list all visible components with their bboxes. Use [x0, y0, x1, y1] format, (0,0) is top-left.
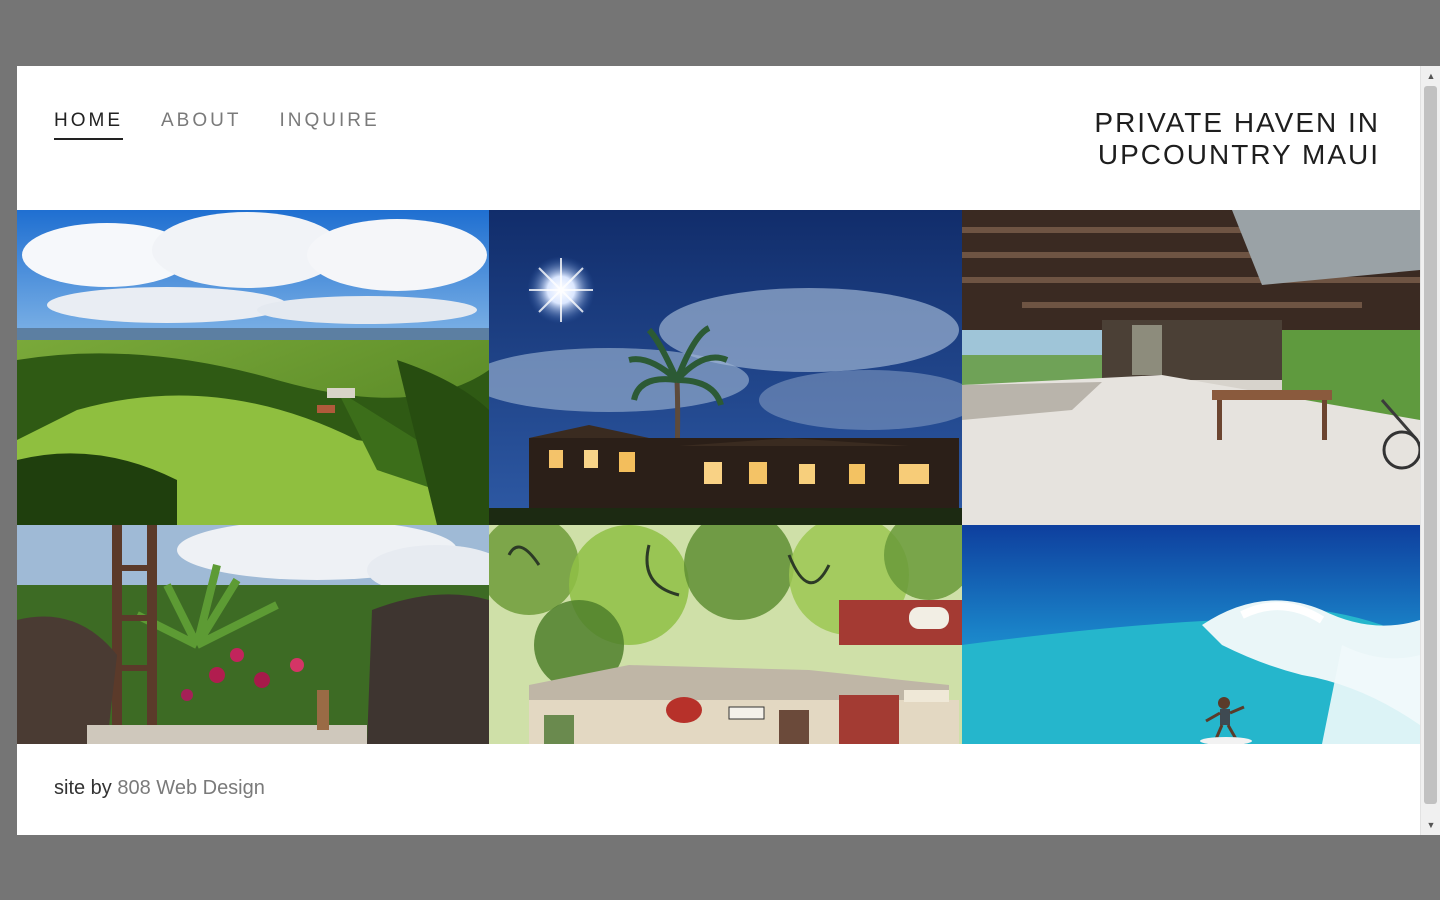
scroll-up-arrow-icon[interactable]: ▲	[1421, 68, 1440, 84]
photo-gallery	[17, 210, 1420, 744]
night-house-image	[489, 210, 962, 525]
tropical-garden-photo[interactable]	[17, 525, 489, 744]
scrollbar-thumb[interactable]	[1424, 86, 1437, 804]
storefront-painting-image	[489, 525, 962, 744]
footer-credit-prefix: site by	[54, 777, 112, 799]
aerial-estate-photo[interactable]	[17, 210, 489, 525]
open-pavilion-interior-photo[interactable]	[962, 210, 1420, 525]
site-footer: site by 808 Web Design	[54, 777, 265, 800]
town-storefront-painting[interactable]	[489, 525, 962, 744]
surfer-wave-photo[interactable]	[962, 525, 1420, 744]
site-title[interactable]: PRIVATE HAVEN IN UPCOUNTRY MAUI	[1094, 107, 1380, 171]
aerial-estate-image	[17, 210, 489, 525]
page: HOME ABOUT INQUIRE PRIVATE HAVEN IN UPCO…	[17, 66, 1420, 835]
surfer-image	[962, 525, 1420, 744]
site-title-line-1: PRIVATE HAVEN IN	[1094, 107, 1380, 138]
browser-window: HOME ABOUT INQUIRE PRIVATE HAVEN IN UPCO…	[17, 66, 1440, 835]
footer-designer-link[interactable]: 808 Web Design	[117, 777, 265, 799]
main-nav: HOME ABOUT INQUIRE	[54, 110, 380, 140]
vertical-scrollbar[interactable]: ▲ ▼	[1420, 66, 1440, 835]
nav-about-link[interactable]: ABOUT	[161, 110, 241, 140]
pavilion-image	[962, 210, 1420, 525]
scroll-down-arrow-icon[interactable]: ▼	[1421, 817, 1440, 833]
site-title-line-2: UPCOUNTRY MAUI	[1097, 139, 1380, 170]
night-house-palm-photo[interactable]	[489, 210, 962, 525]
nav-home-link[interactable]: HOME	[54, 110, 123, 140]
garden-image	[17, 525, 489, 744]
nav-inquire-link[interactable]: INQUIRE	[279, 110, 379, 140]
